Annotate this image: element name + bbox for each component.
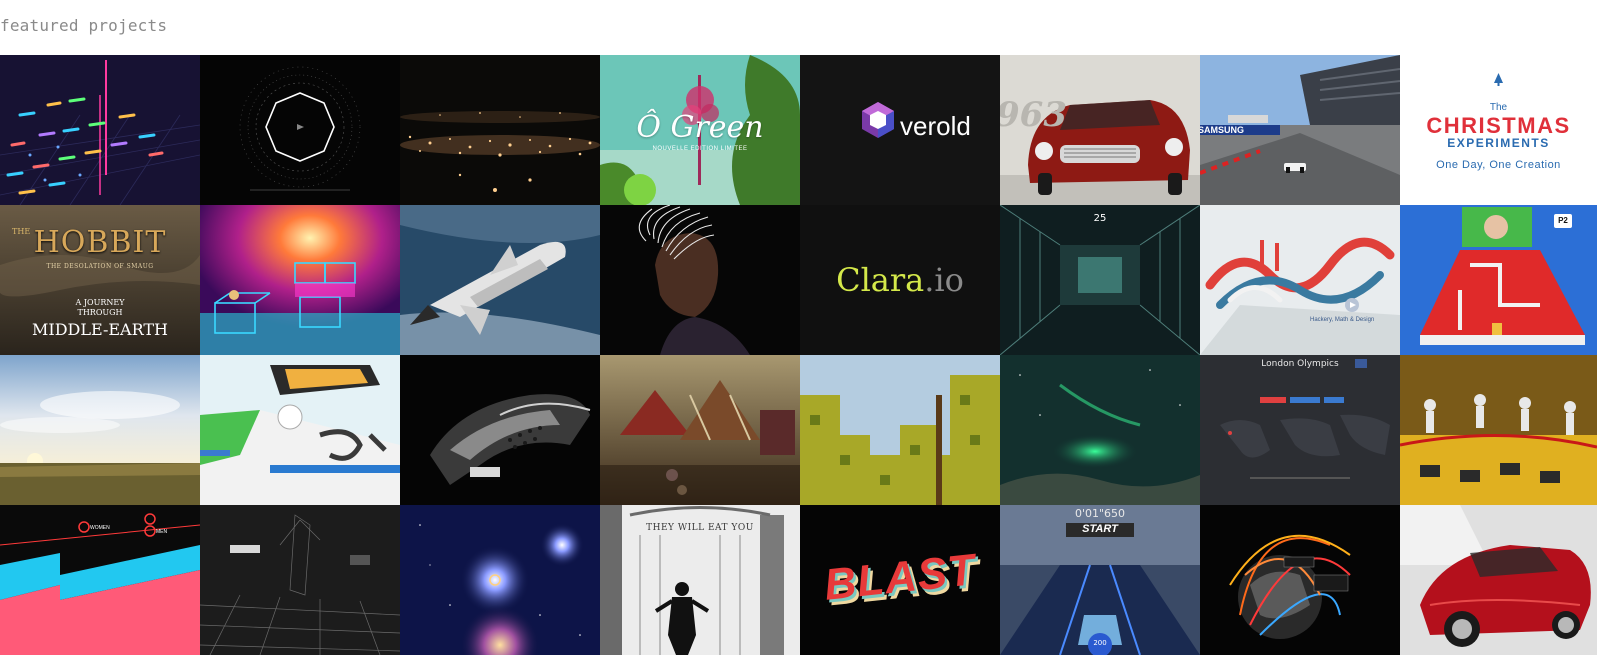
project-tile-speed-race[interactable]: 0'01"650 START 200 [1000,505,1200,655]
tile-art [600,355,800,505]
project-tile-christmas-experiments[interactable]: The CHRISTMAS EXPERIMENTS One Day, One C… [1400,55,1597,205]
project-tile-they-will-eat-you[interactable]: THEY WILL EAT YOU [600,505,800,655]
racing-sponsor-banner: SAMSUNG [1200,125,1245,135]
aston-badge-number: 963 [1000,95,1067,135]
hobbit-subtitle: THE DESOLATION OF SMAUG [46,263,154,270]
project-tile-sky-landscape[interactable] [0,355,200,505]
project-tile-racing[interactable]: SAMSUNG [1200,55,1400,205]
project-tile-aston-martin[interactable]: 963 [1000,55,1200,205]
project-tile-webcam-pong[interactable]: P2 [1400,205,1597,355]
tile-art [1200,355,1400,505]
tile-art [1229,534,1351,639]
tile-art [1200,205,1400,355]
project-tile-ferrari[interactable] [1400,505,1597,655]
project-tile-wireframe-room[interactable] [200,505,400,655]
hobbit-line-1: A JOURNEY [75,298,125,307]
tile-art [0,60,200,205]
hobbit-line-2: THROUGH [77,308,123,317]
project-tile-clara-io[interactable]: Clara.io [800,205,1000,355]
hackery-caption: Hackery, Math & Design [1310,317,1375,323]
project-tile-hobbit[interactable]: THE HOBBIT THE DESOLATION OF SMAUG A JOU… [0,205,200,355]
hobbit-line-3: MIDDLE-EARTH [32,320,168,339]
pong-player-badge: P2 [1554,214,1572,228]
section-heading: featured projects [0,16,168,35]
project-tile-london-olympics[interactable]: London Olympics [1200,355,1400,505]
tile-art [200,505,400,655]
tile-art [1400,505,1597,655]
eat-title: THEY WILL EAT YOU [646,523,754,533]
project-tile-gold-robots[interactable] [1400,355,1597,505]
project-tile-sci-fi-corridor[interactable]: 25 [1000,205,1200,355]
o-green-title: Ô Green [636,110,764,145]
running-label-men: MEN [156,529,168,535]
christmas-tagline: One Day, One Creation [1436,159,1561,171]
verold-logo-text: verold [900,111,971,141]
project-tile-voxel-trees[interactable] [800,355,1000,505]
project-tile-globe-arcs[interactable] [1200,505,1400,655]
tile-art [638,205,750,355]
project-tile-circus[interactable] [600,355,800,505]
project-tile-hexagon-audio[interactable] [200,55,400,205]
project-tile-running-stats[interactable]: WOMEN MEN [0,505,200,655]
christmas-subtitle: EXPERIMENTS [1447,136,1550,150]
olympics-title: London Olympics [1261,359,1339,369]
tile-art [239,66,361,191]
tile-art [1400,355,1597,505]
blast-logo: BLAST [821,545,978,610]
project-tile-neon-blocks[interactable] [200,205,400,355]
project-tile-particles[interactable] [400,55,600,205]
tile-art [430,394,591,485]
project-tile-galaxy[interactable] [400,505,600,655]
christmas-the: The [1489,102,1508,113]
race-start-label: START [1082,523,1118,535]
project-grid: Ô Green NOUVELLE EDITION LIMITEE verold … [0,55,1597,655]
tile-art [1000,355,1200,505]
clara-logo-suffix: .io [924,261,964,299]
tile-art [0,355,200,505]
project-tile-portrait-ribbons[interactable] [600,205,800,355]
tile-art [1000,205,1200,355]
race-timer: 0'01"650 [1074,507,1126,520]
clara-logo: Clara.io [800,261,1000,299]
project-tile-space-shuttle[interactable] [400,205,600,355]
project-tile-hackery-math-design[interactable]: Hackery, Math & Design [1200,205,1400,355]
tile-art [400,205,600,355]
project-tile-3d-structure[interactable] [400,355,600,505]
project-tile-music-grid[interactable] [0,55,200,205]
hobbit-title: HOBBIT [33,225,167,260]
tile-art [400,111,600,192]
corridor-counter: 25 [1093,213,1107,224]
running-label-women: WOMEN [90,525,110,531]
project-tile-verold[interactable]: verold [800,55,1000,205]
tile-art [200,205,400,355]
project-tile-o-green[interactable]: Ô Green NOUVELLE EDITION LIMITEE [600,55,800,205]
project-tile-aurora[interactable] [1000,355,1200,505]
o-green-subtitle: NOUVELLE EDITION LIMITEE [652,146,748,152]
project-tile-marble-game[interactable] [200,355,400,505]
tile-art [800,355,1000,505]
race-speed: 200 [1093,639,1107,647]
tile-art [200,355,400,505]
clara-logo-name: Clara [836,261,925,299]
tile-art [400,505,600,655]
project-tile-blast[interactable]: BLAST [800,505,1000,655]
